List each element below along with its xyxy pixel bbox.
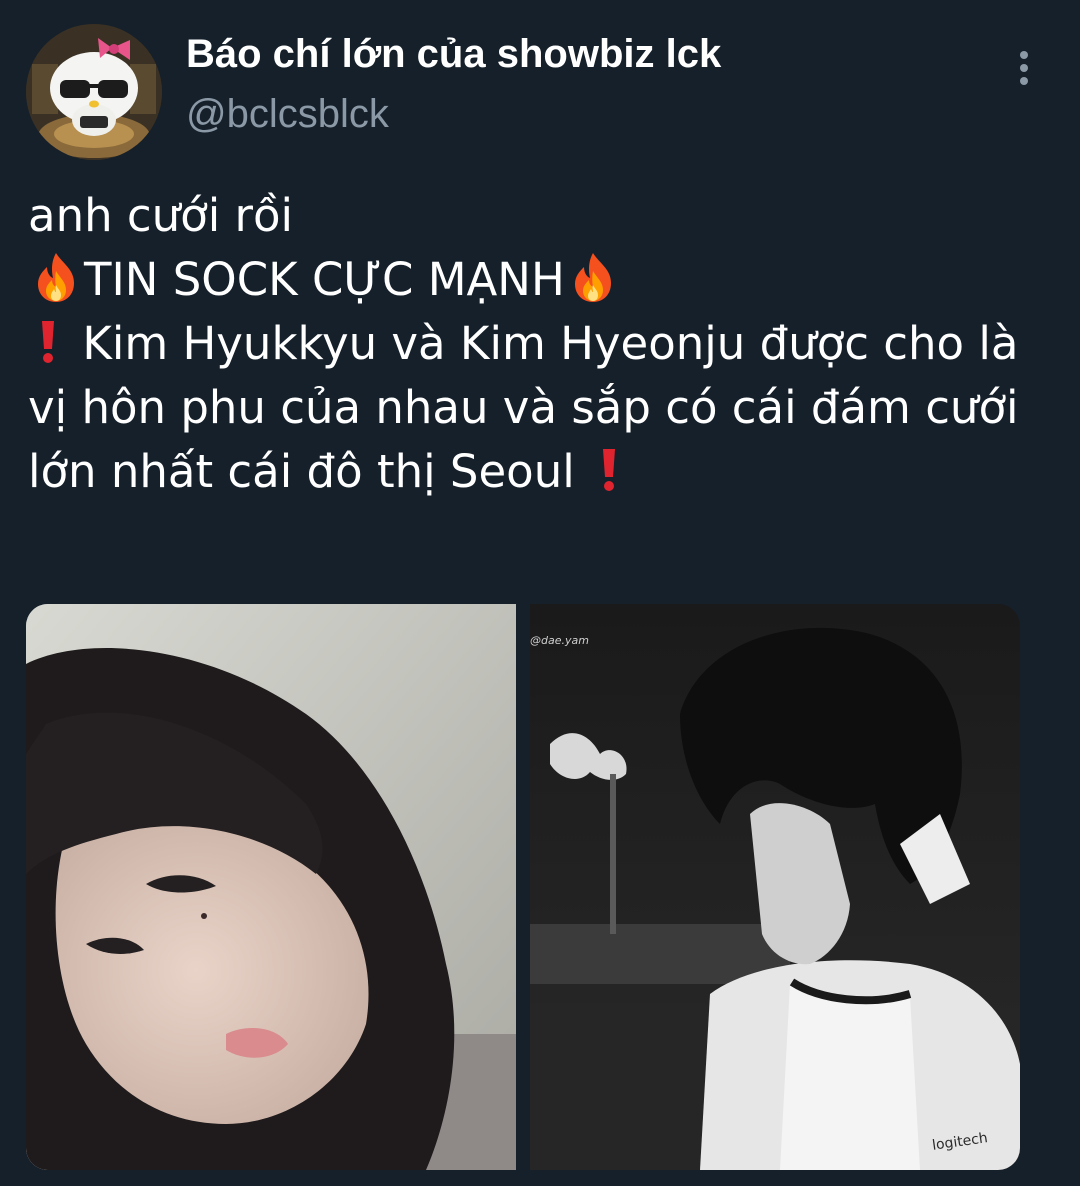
exclamation-icon: [589, 441, 629, 497]
fire-icon: [28, 249, 84, 305]
man-monochrome-photo: [530, 604, 1020, 1170]
tweet-text: anh cưới rồi TIN SOCK CỰC MẠNH Kim Hyukk…: [28, 184, 1058, 504]
exclamation-icon: [28, 313, 68, 369]
hello-kitty-avatar-icon: [26, 24, 162, 160]
photo-watermark: @dae.yam: [530, 634, 589, 647]
tweet-photo-1[interactable]: [26, 604, 516, 1170]
tweet-line-1: anh cưới rồi: [28, 189, 294, 242]
woman-portrait-photo: [26, 604, 516, 1170]
more-icon-dot: [1020, 51, 1028, 59]
more-icon-dot: [1020, 77, 1028, 85]
tweet-body: Kim Hyukkyu và Kim Hyeonju được cho là v…: [28, 317, 1019, 498]
tweet-headline: TIN SOCK CỰC MẠNH: [84, 253, 565, 306]
more-icon-dot: [1020, 64, 1028, 72]
author-display-name[interactable]: Báo chí lớn của showbiz lck: [186, 30, 721, 78]
tweet-card: Báo chí lớn của showbiz lck @bclcsblck a…: [0, 0, 1080, 1186]
fire-icon: [565, 249, 621, 305]
tweet-line-3: Kim Hyukkyu và Kim Hyeonju được cho là v…: [28, 312, 1058, 504]
author-handle[interactable]: @bclcsblck: [186, 90, 389, 138]
tweet-photo-2[interactable]: @dae.yam logitech: [530, 604, 1020, 1170]
tweet-line-2: TIN SOCK CỰC MẠNH: [28, 248, 1058, 312]
author-avatar[interactable]: [26, 24, 162, 160]
more-options-button[interactable]: [1004, 44, 1044, 92]
